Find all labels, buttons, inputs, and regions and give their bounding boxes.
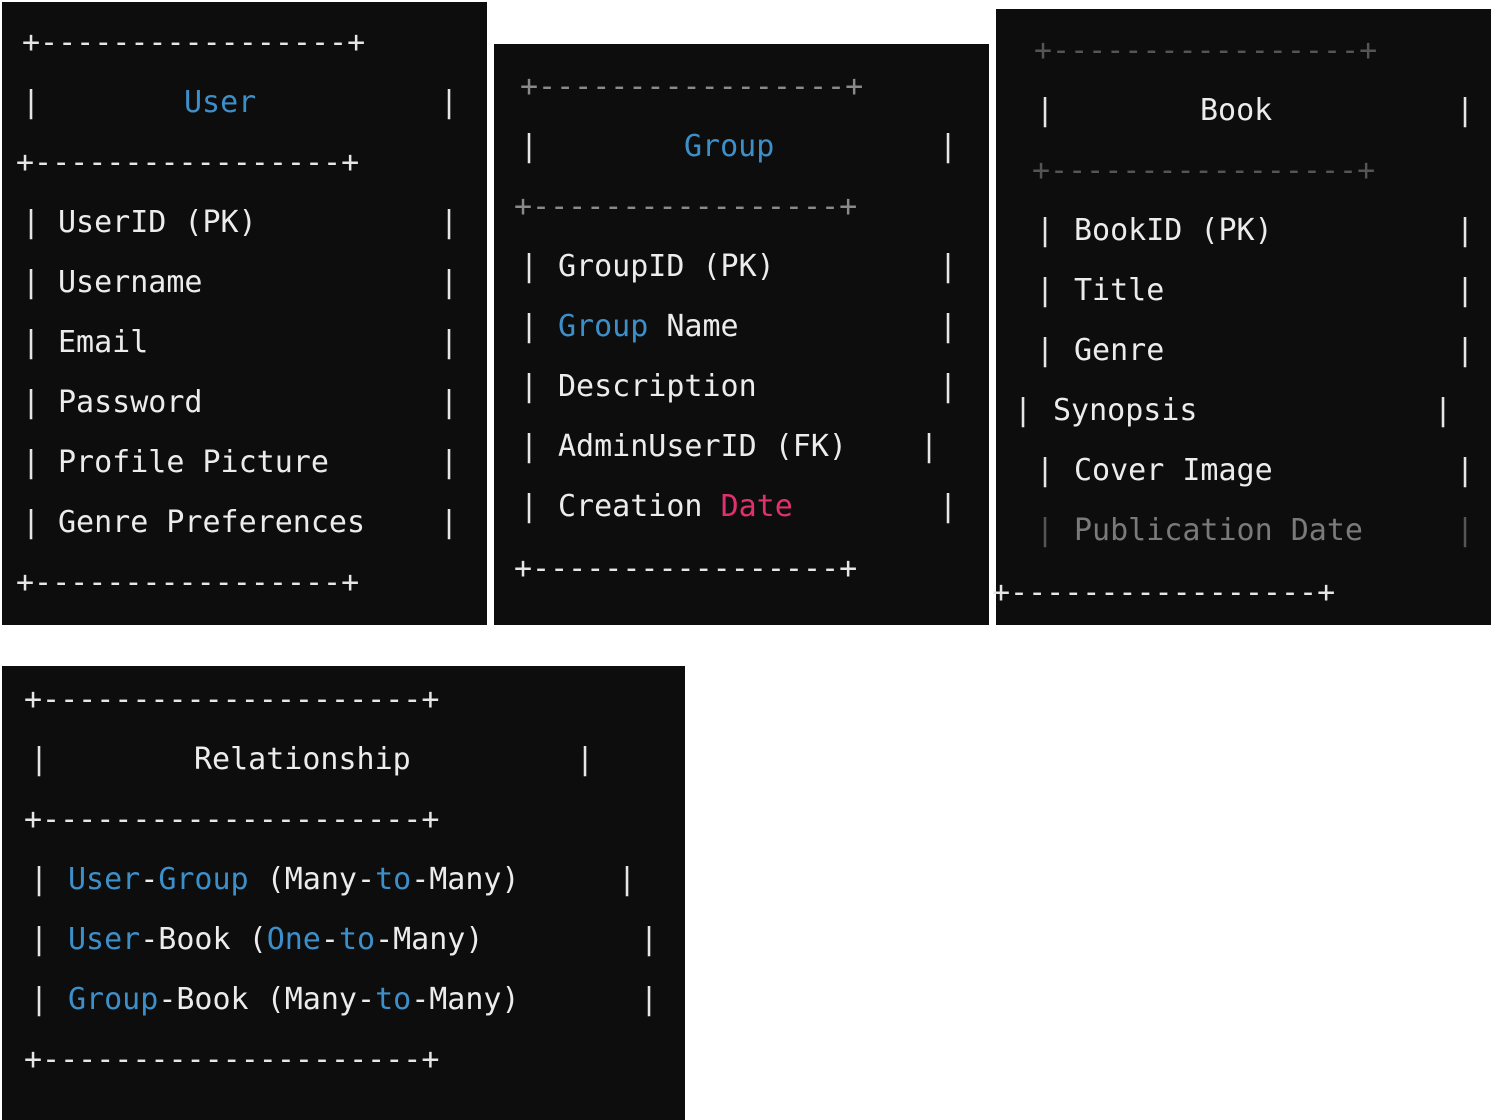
group-border-top: +-----------------+ <box>520 69 864 104</box>
user-bar-left: | <box>22 85 41 120</box>
relationship-border-bottom: +---------------------+ <box>24 1042 440 1077</box>
user-field: Username <box>58 265 203 300</box>
group-field: AdminUserID (FK) <box>558 429 847 464</box>
user-border-bottom: +-----------------+ <box>16 565 360 600</box>
group-title: Group <box>684 129 775 164</box>
relationship-bar-right: | <box>576 742 595 777</box>
group-bar-right: | <box>939 129 958 164</box>
user-border-top: +-----------------+ <box>22 25 366 60</box>
book-border-mid: +-----------------+ <box>1032 153 1376 188</box>
relationship-border-top: +---------------------+ <box>24 682 440 717</box>
book-field: Publication Date <box>1074 513 1363 548</box>
book-title: Book <box>1200 93 1273 128</box>
book-border-bottom: +-----------------+ <box>992 575 1336 610</box>
relationship-title: Relationship <box>194 742 411 777</box>
user-bar-right: | <box>440 85 459 120</box>
group-field: Group Name <box>558 309 739 344</box>
relationship-table: +---------------------+ | Relationship |… <box>2 666 685 1120</box>
book-bar-left: | <box>1036 93 1055 128</box>
group-border-bottom: +-----------------+ <box>514 551 858 586</box>
group-table: +-----------------+ | Group | +---------… <box>494 44 989 625</box>
group-bar-left: | <box>520 129 539 164</box>
relationship-bar-left: | <box>30 742 49 777</box>
user-title: User <box>184 85 257 120</box>
book-field: Cover Image <box>1074 453 1273 488</box>
group-field: GroupID (PK) <box>558 249 775 284</box>
relationship-row: Group-Book (Many-to-Many) <box>68 982 520 1017</box>
book-table: +-----------------+ | Book | +----------… <box>992 9 1491 625</box>
user-field: Profile Picture <box>58 445 329 480</box>
group-field: Creation Date <box>558 489 793 524</box>
group-border-mid: +-----------------+ <box>514 189 858 224</box>
user-field: UserID (PK) <box>58 205 257 240</box>
book-border-top: +-----------------+ <box>1034 33 1378 68</box>
group-field: Description <box>558 369 757 404</box>
book-field: Synopsis <box>1053 393 1198 428</box>
user-field: Password <box>58 385 203 420</box>
user-border-mid: +-----------------+ <box>16 145 360 180</box>
relationship-row: User-Book (One-to-Many) <box>68 922 484 957</box>
book-field: BookID (PK) <box>1074 213 1273 248</box>
user-table: +-----------------+ | User | +----------… <box>2 2 487 625</box>
user-field: Email <box>58 325 149 360</box>
book-bar-right: | <box>1456 93 1475 128</box>
book-field: Title <box>1074 273 1165 308</box>
relationship-row: User-Group (Many-to-Many) <box>68 862 520 897</box>
user-field: Genre Preferences <box>58 505 366 540</box>
book-field: Genre <box>1074 333 1165 368</box>
relationship-border-mid: +---------------------+ <box>24 802 440 837</box>
